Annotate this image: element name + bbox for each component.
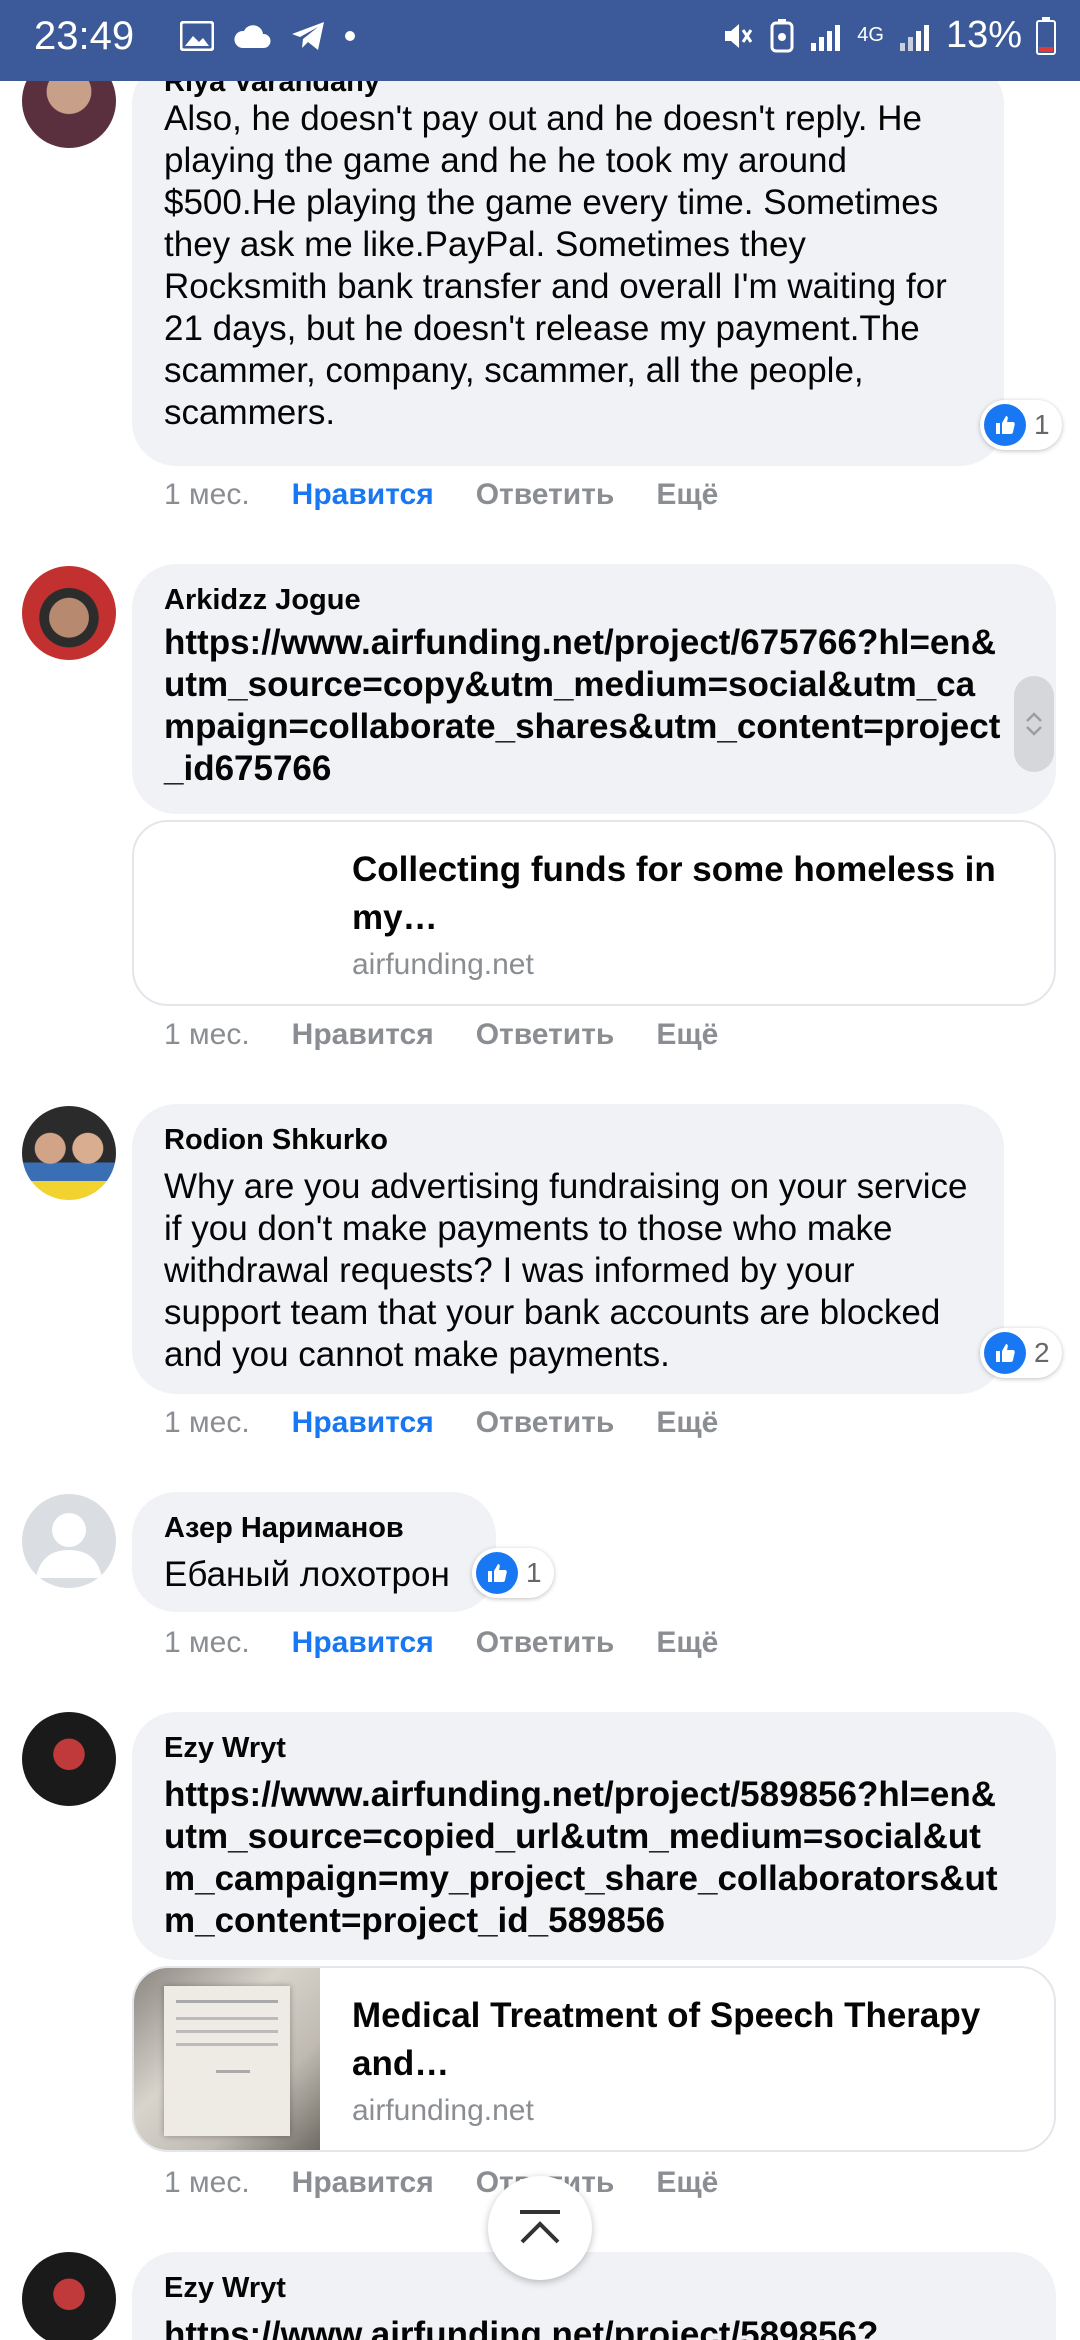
dot-icon <box>345 31 355 41</box>
more-button[interactable]: Ещё <box>656 1406 718 1440</box>
preview-title: Medical Treatment of Speech Therapy and… <box>352 1996 981 2083</box>
comment-bubble[interactable]: Rodion Shkurko Why are you advertising f… <box>132 1104 1004 1394</box>
reaction-count[interactable]: 1 <box>472 1548 554 1598</box>
comment-link[interactable]: https://www.airfunding.net/project/58985… <box>164 1774 1024 1942</box>
comment-time[interactable]: 1 мес. <box>164 1406 250 1440</box>
more-button[interactable]: Ещё <box>656 2166 718 2200</box>
gallery-icon <box>180 21 214 51</box>
reaction-count[interactable]: 2 <box>980 1328 1062 1378</box>
status-time: 23:49 <box>34 14 135 58</box>
scroll-to-top-button[interactable] <box>488 2176 592 2280</box>
signal-r-icon <box>811 24 841 51</box>
comment-author[interactable]: Ezy Wryt <box>164 2268 1024 2308</box>
preview-domain: airfunding.net <box>352 948 534 981</box>
avatar[interactable] <box>22 1106 116 1200</box>
comment-bubble[interactable]: Riya Varandany Also, he doesn't pay out … <box>132 60 1004 466</box>
preview-domain: airfunding.net <box>352 2094 534 2127</box>
comment-author[interactable]: Азер Нариманов <box>164 1508 464 1548</box>
comment-link[interactable]: https://www.airfunding.net/project/58985… <box>164 2314 1024 2340</box>
avatar[interactable] <box>22 566 116 660</box>
comment-actions: 1 мес. Нравится Ответить Ещё <box>164 1018 760 1052</box>
comment-author[interactable]: Rodion Shkurko <box>164 1120 972 1160</box>
avatar[interactable] <box>22 2252 116 2340</box>
like-button[interactable]: Нравится <box>292 1626 434 1660</box>
reply-button[interactable]: Ответить <box>476 1406 615 1440</box>
reply-button[interactable]: Ответить <box>476 1018 615 1052</box>
telegram-icon <box>292 22 324 50</box>
chevron-up-icon <box>520 2210 560 2244</box>
reply-button[interactable]: Ответить <box>476 478 615 512</box>
signal-icon <box>899 24 929 51</box>
preview-title: Collecting funds for some homeless in my… <box>352 850 996 937</box>
link-preview[interactable]: Medical Treatment of Speech Therapy and…… <box>132 1966 1056 2152</box>
network-type: 4G <box>857 24 884 46</box>
comment-bubble[interactable]: Ezy Wryt https://www.airfunding.net/proj… <box>132 1712 1056 1960</box>
comment-author[interactable]: Arkidzz Jogue <box>164 580 1024 620</box>
comment-actions: 1 мес. Нравится Ответить Ещё <box>164 1626 760 1660</box>
like-button[interactable]: Нравится <box>292 1406 434 1440</box>
comment-bubble[interactable]: Азер Нариманов Ебаный лохотрон <box>132 1492 496 1612</box>
status-bar: 23:49 4G 13% <box>0 0 1080 81</box>
comment-text: Why are you advertising fundraising on y… <box>164 1167 968 1374</box>
comment-time[interactable]: 1 мес. <box>164 1018 250 1052</box>
comment-text: Also, he doesn't pay out and he doesn't … <box>164 99 947 432</box>
like-button[interactable]: Нравится <box>292 1018 434 1052</box>
comment-text: Ебаный лохотрон <box>164 1555 450 1594</box>
comment-actions: 1 мес. Нравится Ответить Ещё <box>164 1406 760 1440</box>
reaction-count[interactable]: 1 <box>980 400 1062 450</box>
default-avatar-icon <box>36 1513 102 1578</box>
battery-percent: 13% <box>945 14 1022 56</box>
comment-author[interactable]: Ezy Wryt <box>164 1728 1024 1768</box>
document-icon <box>164 1986 290 2136</box>
thumbs-up-icon <box>984 1332 1026 1374</box>
reply-button[interactable]: Ответить <box>476 1626 615 1660</box>
chevron-down-icon <box>1026 726 1042 736</box>
thumbs-up-icon <box>984 404 1026 446</box>
chevron-up-icon <box>1026 712 1042 722</box>
comment-time[interactable]: 1 мес. <box>164 1626 250 1660</box>
battery-low-icon <box>1036 16 1056 55</box>
scroll-handle[interactable] <box>1014 676 1054 772</box>
more-button[interactable]: Ещё <box>656 1018 718 1052</box>
mute-icon <box>725 23 753 48</box>
comment-bubble[interactable]: Arkidzz Jogue https://www.airfunding.net… <box>132 564 1056 814</box>
like-button[interactable]: Нравится <box>292 2166 434 2200</box>
comment-time[interactable]: 1 мес. <box>164 478 250 512</box>
like-button[interactable]: Нравится <box>292 478 434 512</box>
comment-actions: 1 мес. Нравится Ответить Ещё <box>164 478 760 512</box>
comment-link[interactable]: https://www.airfunding.net/project/67576… <box>164 622 1024 790</box>
comment-time[interactable]: 1 мес. <box>164 2166 250 2200</box>
battery-saver-icon <box>770 18 794 52</box>
comment-actions: 1 мес. Нравится Ответить Ещё <box>164 2166 760 2200</box>
more-button[interactable]: Ещё <box>656 1626 718 1660</box>
avatar[interactable] <box>22 1494 116 1588</box>
comment-bubble[interactable]: Ezy Wryt https://www.airfunding.net/proj… <box>132 2252 1056 2340</box>
cloud-icon <box>234 25 271 48</box>
thumbs-up-icon <box>476 1552 518 1594</box>
avatar[interactable] <box>22 1712 116 1806</box>
more-button[interactable]: Ещё <box>656 478 718 512</box>
preview-thumbnail <box>134 1968 320 2150</box>
link-preview[interactable]: Collecting funds for some homeless in my… <box>132 820 1056 1006</box>
